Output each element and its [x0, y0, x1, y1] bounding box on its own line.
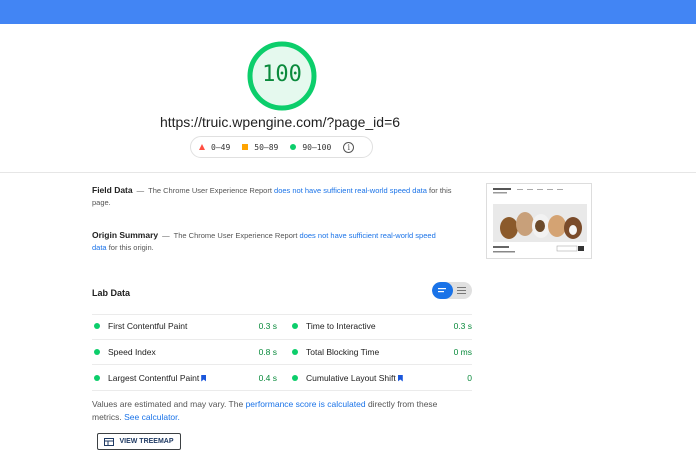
info-icon[interactable]: i	[343, 141, 355, 153]
metric-largest-contentful-paint: Largest Contentful Paint	[94, 373, 207, 383]
divider	[0, 172, 696, 173]
metric-total-blocking-time: Total Blocking Time	[292, 347, 379, 357]
lab-data-title: Lab Data	[92, 288, 131, 298]
metric-value: 0.8 s	[258, 347, 277, 357]
estimate-note: Values are estimated and may vary. The p…	[92, 399, 438, 422]
triangle-icon	[199, 144, 205, 150]
metric-value: 0 ms	[453, 347, 472, 357]
pass-dot-icon	[292, 323, 298, 329]
performance-score: 100	[262, 62, 302, 87]
list-icon[interactable]	[453, 282, 472, 299]
circle-icon	[290, 144, 297, 150]
bookmark-icon	[397, 374, 403, 382]
metrics-row-divider	[92, 364, 472, 365]
square-icon	[242, 144, 249, 150]
toggle-summary-option[interactable]	[432, 282, 453, 299]
pass-dot-icon	[94, 375, 100, 381]
view-toggle[interactable]	[432, 282, 472, 299]
see-calculator-link[interactable]: See calculator.	[124, 412, 180, 422]
origin-summary-title: Origin Summary	[92, 230, 159, 240]
metric-cumulative-layout-shift: Cumulative Layout Shift	[292, 373, 403, 383]
legend-fail: 0–49	[199, 143, 230, 152]
view-treemap-button[interactable]: VIEW TREEMAP	[97, 433, 181, 450]
metric-value: 0	[467, 373, 472, 383]
metrics-bottom-border	[92, 390, 472, 391]
field-data-title: Field Data	[92, 185, 133, 195]
metric-time-to-interactive: Time to Interactive	[292, 321, 376, 331]
metric-value: 0.3 s	[453, 321, 472, 331]
field-data-section: Field Data — The Chrome User Experience Re…	[92, 185, 452, 207]
metric-value: 0.3 s	[258, 321, 277, 331]
treemap-icon	[104, 437, 115, 446]
page-url: https://truic.wpengine.com/?page_id=6	[159, 114, 401, 130]
pass-dot-icon	[292, 375, 298, 381]
metric-speed-index: Speed Index	[94, 347, 156, 357]
legend-average: 50–89	[242, 143, 278, 152]
score-legend: 0–49 50–89 90–100 i	[190, 136, 373, 158]
pass-dot-icon	[292, 349, 298, 355]
page-screenshot-thumbnail	[486, 183, 592, 259]
top-bar	[0, 0, 696, 24]
metric-first-contentful-paint: First Contentful Paint	[94, 321, 187, 331]
bookmark-icon	[201, 374, 207, 382]
legend-pass: 90–100	[290, 143, 331, 152]
metric-value: 0.4 s	[258, 373, 277, 383]
field-data-link[interactable]: does not have sufficient real-world spee…	[274, 186, 427, 195]
score-calculated-link[interactable]: performance score is calculated	[246, 399, 366, 409]
metrics-top-border	[92, 314, 472, 315]
metrics-row-divider	[92, 339, 472, 340]
pass-dot-icon	[94, 323, 100, 329]
pass-dot-icon	[94, 349, 100, 355]
origin-summary-section: Origin Summary — The Chrome User Experienc…	[92, 230, 436, 252]
